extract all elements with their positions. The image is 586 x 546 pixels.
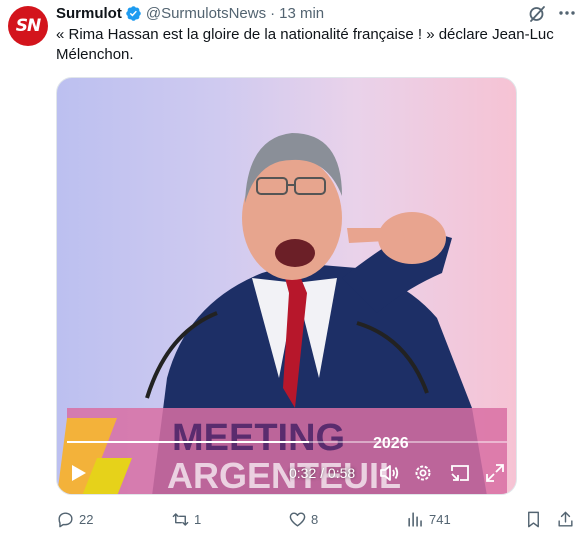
reply-button[interactable]: 22 — [56, 507, 93, 531]
video-time-separator: / — [320, 465, 325, 481]
reply-icon — [56, 510, 75, 529]
video-current-time: 0:32 — [289, 465, 317, 481]
bookmark-icon — [524, 510, 543, 529]
video-frame: MEETING ARGENTEUIL 2026 — [57, 133, 507, 494]
bookmark-button[interactable] — [524, 507, 547, 531]
video-controls: 0:32 / 0:58 — [57, 456, 516, 488]
header-separator: · — [270, 4, 276, 22]
banner-text-top: MEETING — [172, 417, 345, 459]
banner-year: 2026 — [373, 435, 409, 452]
share-button[interactable] — [556, 507, 579, 531]
reply-count: 22 — [79, 511, 94, 527]
volume-icon[interactable] — [378, 462, 400, 484]
grok-icon[interactable] — [527, 4, 547, 24]
settings-gear-icon[interactable] — [412, 462, 434, 484]
tweet-header: Surmulot @SurmulotsNews · 13 min — [56, 3, 324, 23]
tweet-timestamp[interactable]: 13 min — [279, 5, 324, 22]
share-icon — [556, 510, 575, 529]
analytics-bars-icon — [406, 510, 425, 529]
views-button[interactable]: 741 — [406, 507, 451, 531]
video-progress-bar[interactable] — [67, 441, 507, 443]
video-player[interactable]: MEETING ARGENTEUIL 2026 0:32 / 0:58 — [56, 77, 517, 495]
video-progress-fill — [67, 441, 309, 443]
tweet[interactable]: SN Surmulot @SurmulotsNews · 13 min « Ri… — [0, 0, 586, 546]
repost-button[interactable]: 1 — [171, 507, 201, 531]
video-timecode: 0:32 / 0:58 — [289, 465, 355, 481]
repost-count: 1 — [194, 511, 202, 527]
verified-badge-icon — [125, 5, 142, 22]
play-icon[interactable] — [67, 462, 89, 484]
heart-icon — [288, 510, 307, 529]
view-count: 741 — [429, 511, 451, 527]
like-count: 8 — [311, 511, 319, 527]
fullscreen-icon[interactable] — [484, 462, 506, 484]
video-duration: 0:58 — [327, 465, 356, 481]
tweet-text: « Rima Hassan est la gloire de la nation… — [56, 26, 554, 63]
tweet-actions: 22 1 8 741 — [56, 507, 576, 531]
avatar[interactable]: SN — [8, 6, 48, 46]
picture-in-picture-icon[interactable] — [449, 462, 471, 484]
like-button[interactable]: 8 — [288, 507, 318, 531]
avatar-logo-text: SN — [15, 16, 42, 36]
author-handle[interactable]: @SurmulotsNews — [146, 5, 266, 22]
repost-icon — [171, 510, 190, 529]
more-options-icon[interactable] — [556, 2, 578, 24]
author-name[interactable]: Surmulot — [56, 5, 122, 22]
